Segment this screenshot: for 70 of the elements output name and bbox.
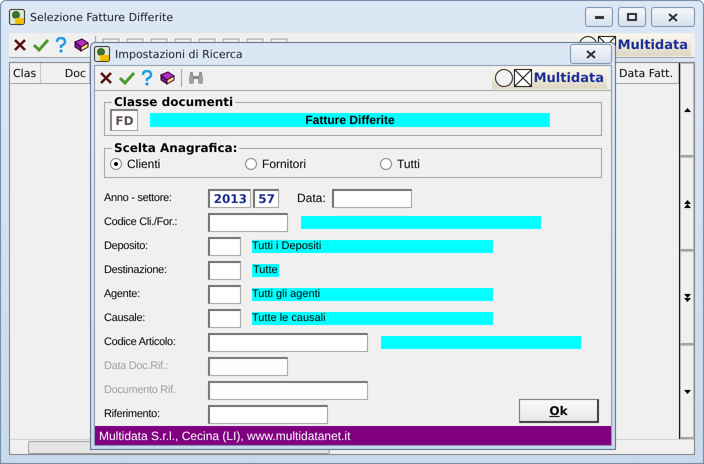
- close-icon: [668, 12, 678, 22]
- window-title: Selezione Fatture Differite: [30, 10, 174, 24]
- field-label: Codice Articolo:: [104, 336, 177, 348]
- input-field[interactable]: [208, 356, 288, 376]
- radio-button[interactable]: [245, 158, 257, 170]
- double-up-arrow-icon: [684, 200, 690, 208]
- field-label: Anno - settore:: [104, 192, 173, 204]
- field-label: Documento Rif.: [104, 384, 177, 396]
- input-field[interactable]: [208, 404, 328, 424]
- input-field[interactable]: [208, 284, 241, 304]
- input-field[interactable]: [208, 236, 241, 256]
- close-icon[interactable]: [99, 71, 113, 85]
- description-field: Tutti i Depositi: [252, 240, 493, 252]
- radio-button[interactable]: [110, 158, 122, 170]
- binoculars-icon[interactable]: [188, 71, 204, 85]
- book-icon[interactable]: [159, 70, 175, 86]
- field-label: Codice Cli./For.:: [104, 216, 178, 228]
- input-field[interactable]: [208, 332, 368, 352]
- field-label: Data Doc.Rif.:: [104, 360, 170, 372]
- code-field[interactable]: FD: [110, 109, 138, 131]
- input-field[interactable]: [208, 212, 288, 232]
- help-icon[interactable]: [141, 70, 153, 86]
- description-field: Tutte: [252, 264, 279, 276]
- radio-option[interactable]: Tutti: [380, 157, 515, 171]
- input-field[interactable]: [208, 260, 241, 280]
- page-up-button[interactable]: [680, 157, 694, 251]
- maximize-button[interactable]: [618, 7, 646, 27]
- year-field[interactable]: 2013: [208, 188, 251, 208]
- check-icon[interactable]: [33, 38, 49, 52]
- radio-option[interactable]: Fornitori: [245, 157, 380, 171]
- sector-field[interactable]: 57: [253, 188, 279, 208]
- close-button[interactable]: [570, 44, 612, 64]
- input-field[interactable]: [208, 308, 241, 328]
- radio-button[interactable]: [380, 158, 392, 170]
- field-label: Agente:: [104, 288, 141, 300]
- close-icon[interactable]: [13, 38, 27, 52]
- logo-text: Multidata: [534, 70, 604, 86]
- radio-option[interactable]: Clienti: [110, 157, 245, 171]
- field-label: Causale:: [104, 312, 146, 324]
- minimize-button[interactable]: [585, 7, 613, 27]
- help-icon[interactable]: [55, 37, 67, 53]
- minimize-icon: [594, 16, 604, 18]
- field-label: Data:: [297, 191, 326, 205]
- down-arrow-icon: [684, 390, 690, 394]
- app-icon: [9, 9, 25, 25]
- field-label: Destinazione:: [104, 264, 168, 276]
- field-label: Riferimento:: [104, 408, 161, 420]
- footer-bar: Multidata S.r.l., Cecina (LI), www.multidatanet.it: [95, 426, 611, 445]
- description-field: Fatture Differite: [150, 113, 550, 127]
- dialog-title: Impostazioni di Ricerca: [115, 48, 244, 60]
- close-icon: [586, 50, 596, 58]
- input-field[interactable]: [208, 380, 368, 400]
- logo-mark-icon: [494, 68, 533, 88]
- description-field: Tutti gli agenti: [252, 288, 493, 300]
- description-field: Tutte le causali: [252, 312, 493, 324]
- book-icon[interactable]: [73, 37, 89, 53]
- check-icon[interactable]: [119, 71, 135, 85]
- double-down-arrow-icon: [684, 294, 690, 302]
- date-field[interactable]: [332, 188, 412, 208]
- field-label: Deposito:: [104, 240, 149, 252]
- logo-text: Multidata: [618, 38, 688, 52]
- group-title: Classe documenti: [113, 95, 234, 109]
- ok-button[interactable]: Ok: [519, 399, 599, 423]
- maximize-icon: [627, 13, 637, 21]
- page-down-button[interactable]: [680, 251, 694, 345]
- app-icon: [94, 46, 110, 62]
- group-title: Scelta Anagrafica:: [113, 141, 238, 155]
- column-header[interactable]: Clas: [10, 63, 41, 83]
- up-arrow-icon: [684, 108, 690, 112]
- close-button[interactable]: [651, 7, 695, 27]
